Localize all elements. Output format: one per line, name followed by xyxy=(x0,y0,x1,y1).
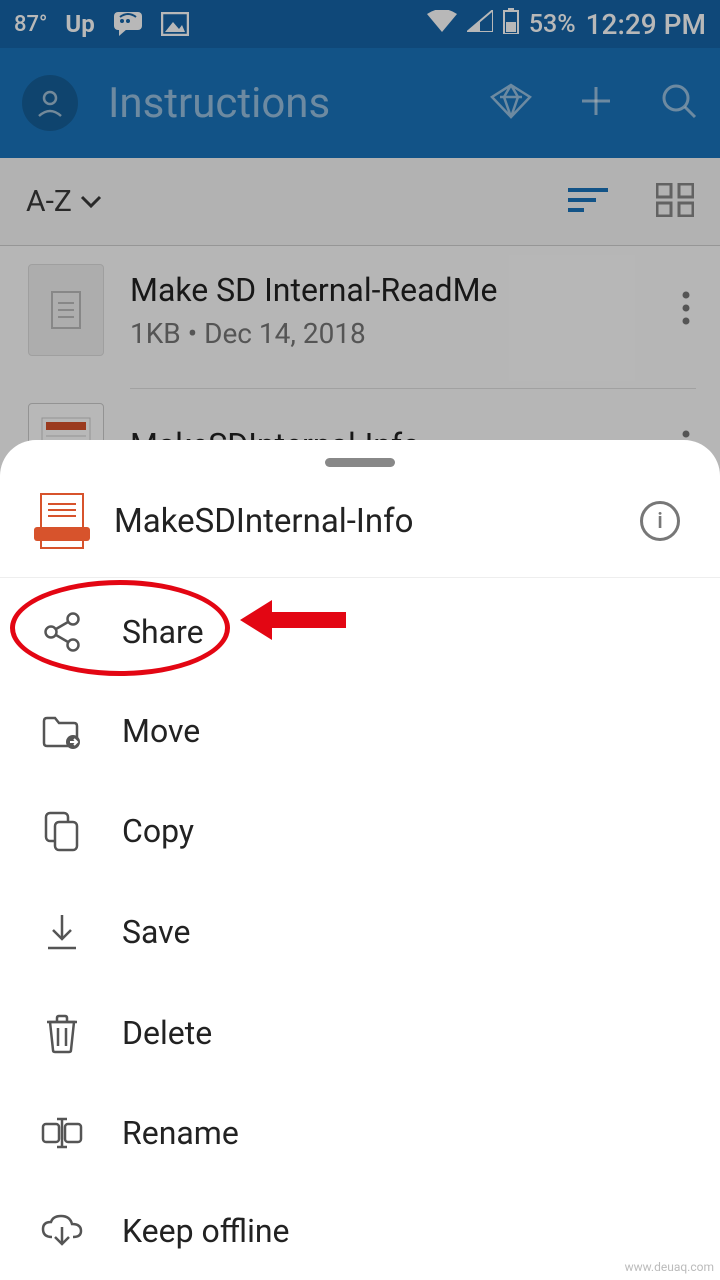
save-icon xyxy=(40,912,84,952)
action-label: Save xyxy=(122,913,190,951)
delete-action[interactable]: Delete xyxy=(0,982,720,1084)
action-label: Delete xyxy=(122,1014,212,1052)
share-action[interactable]: Share xyxy=(0,582,720,682)
delete-icon xyxy=(40,1012,84,1054)
file-type-icon xyxy=(40,493,84,549)
move-action[interactable]: Move xyxy=(0,682,720,780)
sheet-filename: MakeSDInternal-Info xyxy=(114,502,610,541)
save-action[interactable]: Save xyxy=(0,882,720,982)
action-label: Copy xyxy=(122,812,194,850)
action-label: Move xyxy=(122,712,200,750)
info-icon[interactable]: i xyxy=(640,501,680,541)
action-label: Share xyxy=(122,613,204,651)
sheet-header: MakeSDInternal-Info i xyxy=(0,489,720,578)
copy-icon xyxy=(40,810,84,852)
share-icon xyxy=(40,612,84,652)
action-label: Rename xyxy=(122,1114,239,1152)
drag-handle[interactable] xyxy=(325,458,395,467)
keep-offline-action[interactable]: Keep offline xyxy=(0,1182,720,1280)
watermark: www.deuaq.com xyxy=(625,1260,714,1274)
rename-action[interactable]: Rename xyxy=(0,1084,720,1182)
copy-action[interactable]: Copy xyxy=(0,780,720,882)
move-icon xyxy=(40,713,84,749)
action-label: Keep offline xyxy=(122,1212,290,1250)
bottom-sheet: MakeSDInternal-Info i Share Move Copy Sa… xyxy=(0,440,720,1280)
rename-icon xyxy=(40,1115,84,1151)
offline-icon xyxy=(40,1213,84,1249)
